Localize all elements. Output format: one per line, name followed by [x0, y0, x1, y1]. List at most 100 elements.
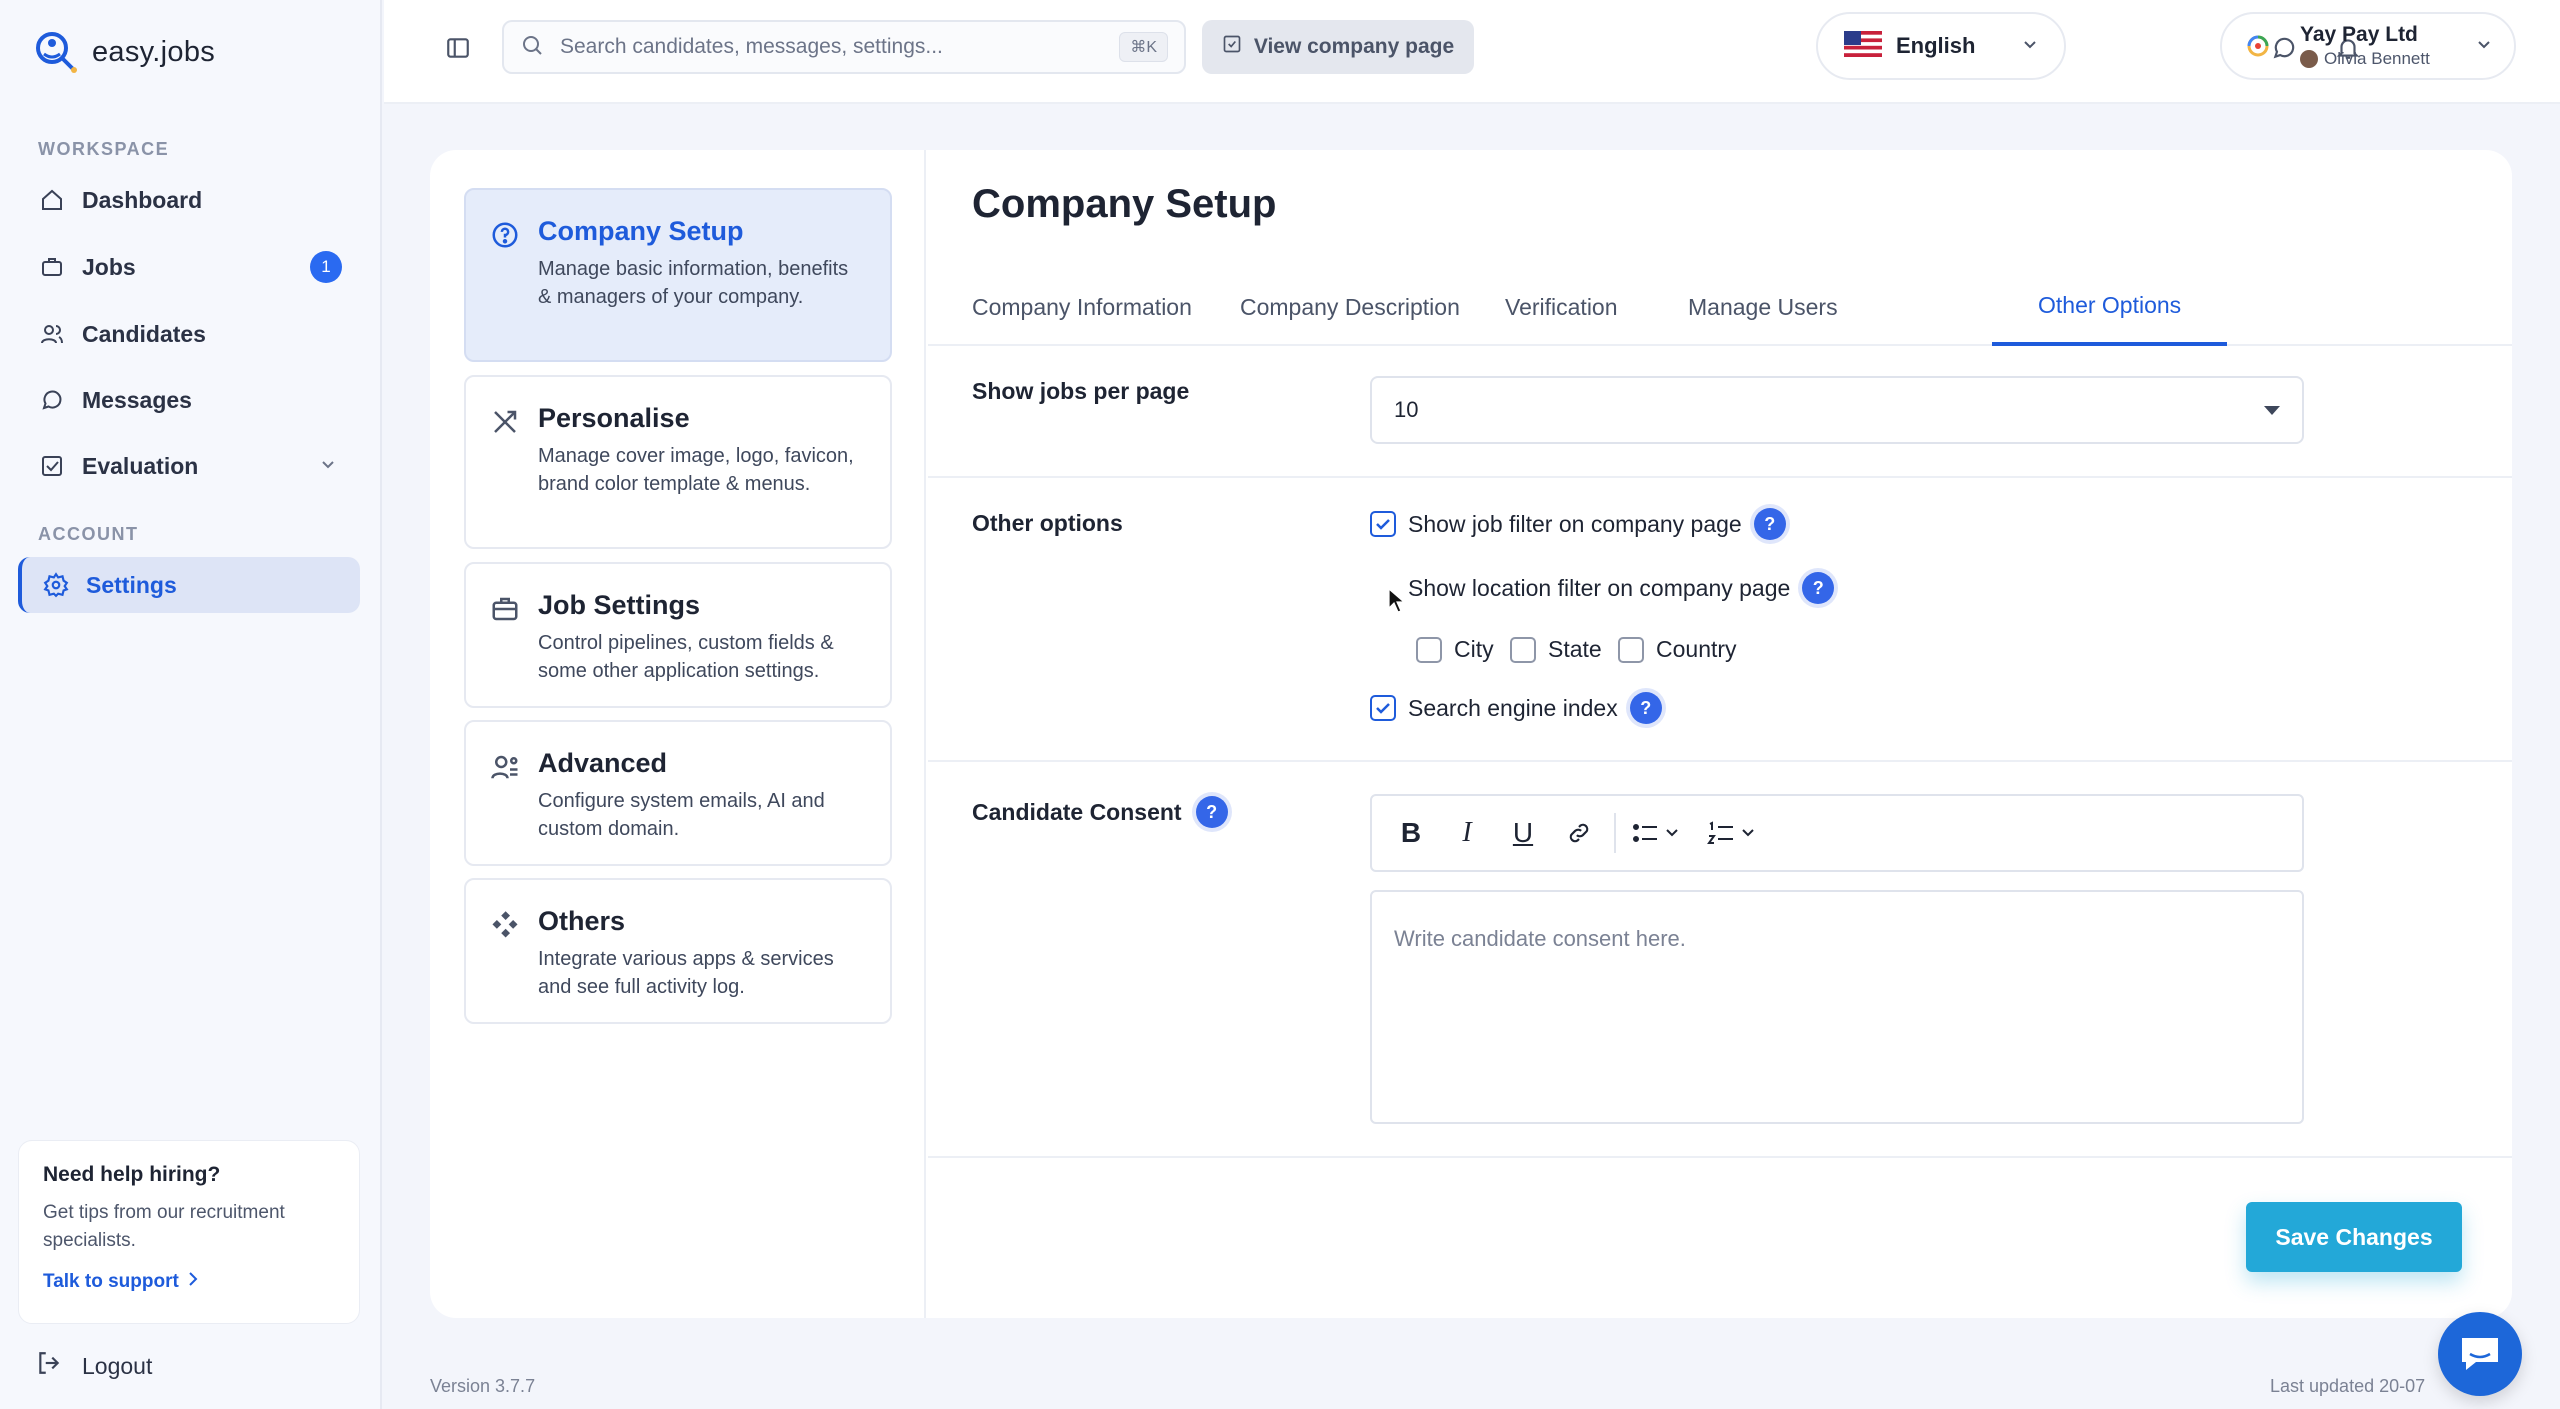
menu-card-title: Job Settings	[538, 590, 701, 620]
help-card: Need help hiring? Get tips from our recr…	[18, 1140, 360, 1324]
search-input[interactable]: Search candidates, messages, settings...…	[502, 20, 1186, 74]
support-chat-button[interactable]	[2438, 1312, 2522, 1396]
sidebar-item-label: Jobs	[82, 253, 136, 280]
sidebar-item-label: Dashboard	[82, 186, 203, 213]
settings-menu-advanced[interactable]: Advanced Configure system emails, AI and…	[464, 720, 892, 866]
account-menu[interactable]: Yay Pay Ltd Olivia Bennett	[2220, 12, 2516, 80]
menu-card-title: Personalise	[538, 403, 690, 433]
logo-icon	[32, 28, 80, 76]
divider	[928, 1156, 2512, 1158]
search-shortcut: ⌘K	[1119, 32, 1168, 62]
search-index-option[interactable]: Search engine index ?	[1370, 692, 1662, 724]
home-icon	[38, 186, 66, 214]
link-icon	[1569, 823, 1589, 843]
chat-bubble-icon	[2462, 1338, 2498, 1370]
bullet-list-button[interactable]	[1626, 808, 1696, 858]
numbered-list-button[interactable]	[1702, 808, 1772, 858]
settings-menu-job-settings[interactable]: Job Settings Control pipelines, custom f…	[464, 562, 892, 708]
state-option[interactable]: State	[1510, 636, 1602, 663]
jobs-count-badge: 1	[310, 251, 342, 283]
topbar: Search candidates, messages, settings...…	[384, 0, 2560, 104]
sidebar-item-evaluation[interactable]: Evaluation	[18, 438, 360, 494]
account-info: Yay Pay Ltd Olivia Bennett	[2300, 23, 2476, 69]
gear-icon	[42, 571, 70, 599]
app-logo[interactable]: easy.jobs	[32, 28, 215, 76]
account-section-label: ACCOUNT	[38, 524, 139, 544]
sidebar-item-label: Settings	[86, 571, 177, 598]
app-name: easy.jobs	[92, 35, 216, 68]
country-label: Country	[1656, 636, 1737, 662]
menu-card-desc: Configure system emails, AI and custom d…	[538, 790, 825, 840]
caret-down-icon	[2264, 406, 2280, 415]
location-filter-option[interactable]: Show location filter on company page ?	[1370, 572, 1835, 604]
search-index-label: Search engine index	[1408, 694, 1618, 721]
menu-card-title: Advanced	[538, 748, 668, 778]
search-index-checkbox[interactable]	[1370, 695, 1396, 721]
sidebar-item-label: Candidates	[82, 320, 206, 347]
link-button[interactable]	[1554, 808, 1604, 858]
sidebar-item-settings[interactable]: Settings	[18, 557, 360, 613]
help-icon[interactable]: ?	[1753, 508, 1786, 540]
briefcase-icon	[488, 592, 522, 626]
toolbar-separator	[1614, 813, 1616, 853]
view-company-page-label: View company page	[1253, 35, 1455, 58]
sidebar-toggle-button[interactable]	[440, 30, 476, 66]
settings-menu-personalise[interactable]: Personalise Manage cover image, logo, fa…	[464, 375, 892, 549]
tab-other-options[interactable]: Other Options	[1992, 268, 2228, 346]
tab-company-description[interactable]: Company Description	[1240, 268, 1460, 346]
chat-icon	[38, 386, 66, 414]
candidate-consent-editor[interactable]: Write candidate consent here.	[1370, 890, 2304, 1124]
italic-button[interactable]: I	[1442, 808, 1492, 858]
state-label: State	[1548, 636, 1602, 662]
candidate-consent-row: Candidate Consent ?	[972, 796, 1228, 828]
jobs-per-page-value: 10	[1394, 397, 1419, 422]
tab-manage-users[interactable]: Manage Users	[1688, 268, 1838, 346]
company-name: Yay Pay Ltd	[2300, 23, 2418, 46]
chevron-down-icon	[2476, 36, 2492, 57]
other-options-label: Other options	[972, 510, 1123, 536]
menu-card-desc: Manage cover image, logo, favicon, brand…	[538, 445, 854, 495]
help-icon[interactable]: ?	[1195, 796, 1228, 828]
state-checkbox[interactable]	[1510, 636, 1536, 663]
menu-card-title: Others	[538, 906, 626, 936]
tab-verification[interactable]: Verification	[1505, 268, 1618, 346]
briefcase-icon	[38, 253, 66, 281]
logout-icon	[36, 1350, 62, 1382]
menu-card-title: Company Setup	[538, 216, 744, 246]
jobs-per-page-select[interactable]: 10	[1370, 376, 2304, 444]
sidebar-item-jobs[interactable]: Jobs 1	[18, 239, 360, 295]
help-icon[interactable]: ?	[1802, 572, 1835, 604]
location-filter-label: Show location filter on company page	[1408, 574, 1791, 601]
sidebar-item-candidates[interactable]: Candidates	[18, 306, 360, 362]
job-filter-checkbox[interactable]	[1370, 511, 1396, 537]
country-checkbox[interactable]	[1618, 636, 1644, 663]
tools-icon	[488, 405, 522, 439]
save-changes-button[interactable]: Save Changes	[2246, 1202, 2462, 1272]
question-circle-icon	[488, 218, 522, 252]
help-card-title: Need help hiring?	[43, 1163, 221, 1186]
view-company-page-button[interactable]: View company page	[1202, 20, 1474, 74]
settings-menu: Company Setup Manage basic information, …	[430, 150, 926, 1318]
settings-menu-company-setup[interactable]: Company Setup Manage basic information, …	[464, 188, 892, 362]
tab-company-information[interactable]: Company Information	[972, 268, 1192, 346]
settings-menu-others[interactable]: Others Integrate various apps & services…	[464, 878, 892, 1024]
workspace-section-label: WORKSPACE	[38, 139, 170, 159]
menu-card-desc: Integrate various apps & services and se…	[538, 948, 834, 998]
sidebar-item-dashboard[interactable]: Dashboard	[18, 172, 360, 228]
city-checkbox[interactable]	[1416, 636, 1442, 663]
page-title: Company Setup	[972, 182, 1277, 226]
city-option[interactable]: City	[1416, 636, 1494, 663]
job-filter-label: Show job filter on company page	[1408, 510, 1742, 537]
bold-button[interactable]: B	[1386, 808, 1436, 858]
job-filter-option[interactable]: Show job filter on company page ?	[1370, 508, 1786, 540]
underline-button[interactable]: U	[1498, 808, 1548, 858]
mouse-cursor-icon	[1388, 587, 1406, 619]
sidebar-item-messages[interactable]: Messages	[18, 372, 360, 428]
numbered-list-icon	[1707, 821, 1754, 844]
language-selector[interactable]: English	[1816, 12, 2066, 80]
logout-button[interactable]: Logout	[36, 1350, 152, 1382]
help-icon[interactable]: ?	[1629, 692, 1662, 724]
talk-to-support-link[interactable]: Talk to support	[43, 1271, 335, 1293]
country-option[interactable]: Country	[1618, 636, 1737, 663]
city-label: City	[1454, 636, 1494, 662]
